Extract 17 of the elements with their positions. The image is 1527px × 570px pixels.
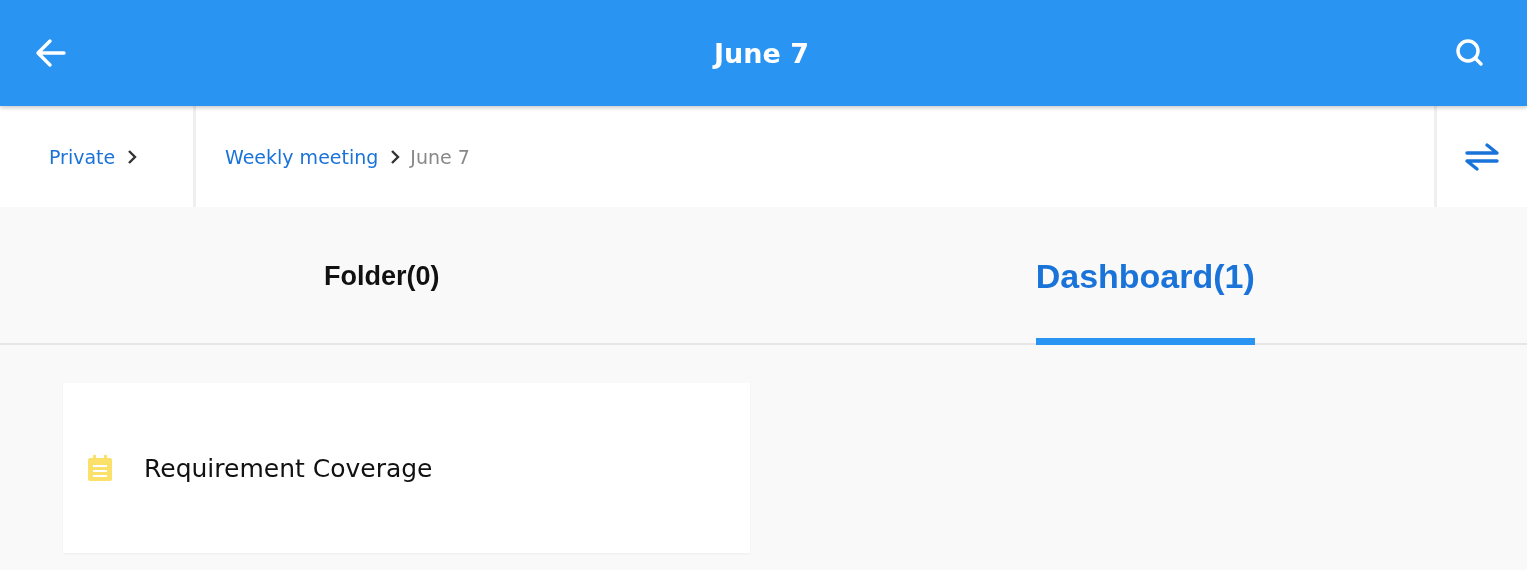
search-button[interactable] — [1455, 38, 1485, 68]
switch-button[interactable] — [1465, 141, 1499, 172]
breadcrumb-link[interactable]: Weekly meeting — [225, 145, 379, 168]
chevron-icon — [390, 148, 401, 165]
page-title: June 7 — [714, 37, 809, 69]
back-button[interactable] — [34, 36, 68, 70]
back-arrow-icon — [34, 36, 68, 70]
dashboard-card[interactable]: Requirement Coverage — [63, 383, 750, 553]
tab[interactable]: Dashboard(1) — [1035, 207, 1255, 345]
search-icon — [1455, 38, 1485, 68]
chevron-icon — [127, 148, 138, 165]
notepad-icon — [88, 455, 112, 481]
breadcrumb-link[interactable]: Private — [49, 145, 116, 168]
tab[interactable]: Folder(0) — [324, 207, 440, 345]
card-title: Requirement Coverage — [144, 453, 433, 483]
swap-arrows-icon — [1465, 141, 1499, 172]
breadcrumb-current: June 7 — [410, 145, 470, 168]
